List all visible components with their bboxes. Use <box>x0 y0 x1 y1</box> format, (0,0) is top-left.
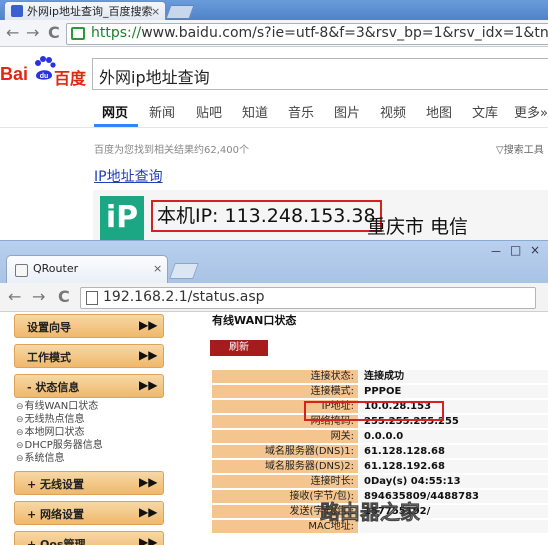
menu-label: + 无线设置 <box>27 478 85 491</box>
ip-location: 重庆市 电信 <box>367 216 469 238</box>
logo-chinese: 百度 <box>54 69 87 88</box>
row-key: 连接模式: <box>212 385 358 399</box>
tab-close-icon[interactable]: × <box>151 2 160 21</box>
wan-ip-highlight <box>304 401 444 421</box>
table-row: 连接状态: 连接成功 <box>212 370 548 385</box>
back-arrow-icon[interactable]: ← <box>8 287 21 306</box>
watermark: 路由器之家 <box>320 500 421 525</box>
new-tab-button[interactable] <box>169 263 199 279</box>
reload-icon[interactable]: C <box>48 23 60 42</box>
page-icon <box>15 264 28 277</box>
baidu-paw-icon: du <box>35 56 56 80</box>
search-tools-label: 搜索工具 <box>503 145 544 156</box>
menu-wireless-settings[interactable]: + 无线设置 ▶▶ <box>14 471 164 495</box>
new-tab-button[interactable] <box>165 5 195 19</box>
search-query: 外网ip地址查询 <box>99 68 210 87</box>
baidu-logo[interactable]: Bai du 百度 <box>0 56 88 88</box>
address-bar[interactable]: 192.168.2.1/status.asp <box>80 287 536 309</box>
baidu-browser-window: 外网ip地址查询_百度搜索 × ← → C https://www.baidu.… <box>0 0 548 240</box>
double-arrow-icon: ▶▶ <box>139 505 158 519</box>
address-url: https://www.baidu.com/s?ie=utf-8&f=3&rsv… <box>91 25 548 41</box>
row-key: 连接状态: <box>212 370 358 384</box>
tab-title: QRouter <box>33 262 79 275</box>
forward-arrow-icon[interactable]: → <box>32 287 45 306</box>
url-scheme: https:// <box>91 25 142 41</box>
reload-icon[interactable]: C <box>58 287 70 306</box>
double-arrow-icon: ▶▶ <box>139 475 158 489</box>
row-value: PPPOE <box>360 385 548 399</box>
row-key: 连接时长: <box>212 475 358 489</box>
router-sidebar: 设置向导▶▶ 工作模式▶▶ - 状态信息▶▶ 有线WAN口状态 无线热点信息 本… <box>0 312 168 545</box>
refresh-button[interactable]: 刷新 <box>210 340 268 356</box>
page-icon <box>86 291 98 305</box>
tab-map[interactable]: 地图 <box>426 102 452 121</box>
result-count: 百度为您找到相关结果约62,400个 <box>94 145 249 156</box>
table-row: 域名服务器(DNS)2: 61.128.192.68 <box>212 460 548 475</box>
row-value: 61.128.192.68 <box>360 460 548 474</box>
forward-arrow-icon[interactable]: → <box>26 23 39 42</box>
address-url: 192.168.2.1/status.asp <box>103 289 265 305</box>
double-arrow-icon: ▶▶ <box>139 348 158 362</box>
table-row: 连接时长: 0Day(s) 04:55:13 <box>212 475 548 490</box>
search-tools-button[interactable]: ▽搜索工具 <box>496 141 544 156</box>
menu-work-mode[interactable]: 工作模式 ▶▶ <box>14 344 164 368</box>
logo-du: du <box>40 73 49 80</box>
search-input[interactable]: 外网ip地址查询 <box>92 58 548 90</box>
url-rest: www.baidu.com/s?ie=utf-8&f=3&rsv_bp=1&rs… <box>141 25 548 41</box>
maximize-icon[interactable]: □ <box>510 243 521 257</box>
menu-setup-wizard[interactable]: 设置向导 ▶▶ <box>14 314 164 338</box>
menu-label: 工作模式 <box>27 351 71 364</box>
baidu-favicon-icon <box>11 5 23 17</box>
menu-label: 设置向导 <box>27 321 71 334</box>
row-key: 域名服务器(DNS)1: <box>212 445 358 459</box>
row-key: 域名服务器(DNS)2: <box>212 460 358 474</box>
table-row: 连接模式: PPPOE <box>212 385 548 400</box>
table-row: 网关: 0.0.0.0 <box>212 430 548 445</box>
page-title: 有线WAN口状态 <box>212 314 297 327</box>
tab-news[interactable]: 新闻 <box>149 102 175 121</box>
table-row: 域名服务器(DNS)1: 61.128.128.68 <box>212 445 548 460</box>
router-browser-window: QRouter × － □ × ← → C 192.168.2.1/status… <box>0 240 548 545</box>
tab-title: 外网ip地址查询_百度搜索 <box>27 5 153 18</box>
row-value: 0Day(s) 04:55:13 <box>360 475 548 489</box>
ip-icon: iP <box>100 196 144 240</box>
minimize-icon[interactable]: － <box>490 243 502 260</box>
menu-network-settings[interactable]: + 网络设置 ▶▶ <box>14 501 164 525</box>
tab-web[interactable]: 网页 <box>102 102 128 121</box>
divider <box>0 127 548 128</box>
address-bar[interactable]: https://www.baidu.com/s?ie=utf-8&f=3&rsv… <box>66 23 548 45</box>
submenu-system-info[interactable]: 系统信息 <box>16 449 65 464</box>
tab-more[interactable]: 更多» <box>514 102 548 121</box>
tab-zhidao[interactable]: 知道 <box>242 102 268 121</box>
tab-tieba[interactable]: 贴吧 <box>196 102 222 121</box>
ip-result-card: iP 本机IP: 113.248.153.38 重庆市 电信 <box>93 190 548 240</box>
menu-label: - 状态信息 <box>27 381 80 394</box>
row-value: 连接成功 <box>360 370 548 384</box>
tab-music[interactable]: 音乐 <box>288 102 314 121</box>
tab-images[interactable]: 图片 <box>334 102 360 121</box>
tab-bar: QRouter × － □ × <box>0 241 548 284</box>
lock-icon <box>71 27 85 40</box>
menu-label: + 网络设置 <box>27 508 85 521</box>
result-title-link[interactable]: IP地址查询 <box>94 166 163 186</box>
public-ip-highlight: 本机IP: 113.248.153.38 <box>151 200 382 232</box>
tab-video[interactable]: 视频 <box>380 102 406 121</box>
filter-icon: ▽ <box>496 145 504 156</box>
menu-qos[interactable]: + Qos管理 ▶▶ <box>14 531 164 545</box>
menu-status-info[interactable]: - 状态信息 ▶▶ <box>14 374 164 398</box>
double-arrow-icon: ▶▶ <box>139 378 158 392</box>
search-category-tabs: 网页 新闻 贴吧 知道 音乐 图片 视频 地图 文库 更多» <box>0 96 548 126</box>
tab-close-icon[interactable]: × <box>153 262 162 275</box>
double-arrow-icon: ▶▶ <box>139 318 158 332</box>
tab-wenku[interactable]: 文库 <box>472 102 498 121</box>
tab-qrouter[interactable]: QRouter × <box>6 255 168 284</box>
logo-latin: Bai <box>0 64 29 84</box>
row-key: 网关: <box>212 430 358 444</box>
row-value: 0.0.0.0 <box>360 430 548 444</box>
back-arrow-icon[interactable]: ← <box>6 23 19 42</box>
tab-bar: 外网ip地址查询_百度搜索 × <box>0 0 548 21</box>
row-value: 61.128.128.68 <box>360 445 548 459</box>
close-window-icon[interactable]: × <box>530 243 540 257</box>
tab-baidu-search[interactable]: 外网ip地址查询_百度搜索 × <box>4 1 166 21</box>
